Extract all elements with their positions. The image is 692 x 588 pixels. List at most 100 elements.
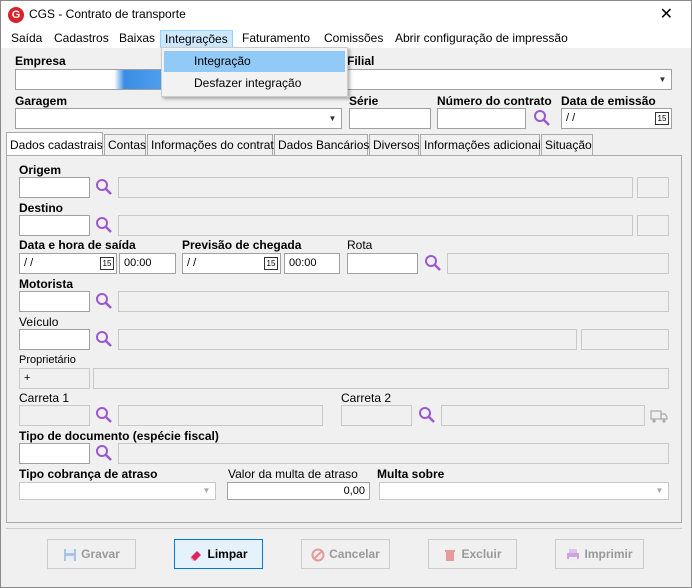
serie-input[interactable] (349, 108, 431, 129)
carreta1-description (118, 405, 323, 426)
tab-contas[interactable]: Contas (104, 134, 146, 155)
trash-icon (445, 549, 456, 561)
rota-code-input[interactable] (347, 253, 418, 274)
multa-sobre-select[interactable]: ▼ (379, 482, 669, 500)
app-logo-icon: G (8, 7, 24, 23)
calendar-icon[interactable]: 15 (264, 257, 278, 270)
serie-label: Série (349, 94, 379, 108)
hora-chegada-input[interactable]: 00:00 (284, 253, 340, 274)
veiculo-placa (581, 329, 669, 350)
menu-item-desfazer-integracao[interactable]: Desfazer integração (164, 73, 345, 94)
tab-dados-bancarios[interactable]: Dados Bancários (274, 134, 369, 155)
origem-description (118, 177, 633, 198)
data-emissao-input[interactable]: / / 15 (561, 108, 672, 129)
chevron-down-icon[interactable]: ▼ (325, 110, 340, 127)
destino-code-input[interactable] (19, 215, 90, 236)
filial-select[interactable]: ▼ (347, 69, 672, 90)
search-icon[interactable] (533, 109, 551, 127)
valor-multa-label: Valor da multa de atraso (228, 467, 358, 481)
data-saida-label: Data e hora de saída (19, 238, 136, 252)
proprietario-label: Proprietário (19, 354, 76, 366)
menu-item-integracao[interactable]: Integração (164, 51, 345, 72)
search-icon[interactable] (95, 216, 113, 234)
printer-icon (567, 548, 580, 561)
menu-faturamento[interactable]: Faturamento (238, 30, 314, 46)
tab-informacoes-contrato[interactable]: Informações do contrato (147, 134, 280, 155)
motorista-description (118, 291, 669, 312)
search-icon[interactable] (95, 330, 113, 348)
cancelar-button[interactable]: Cancelar (301, 539, 390, 569)
motorista-code-input[interactable] (19, 291, 90, 312)
tipo-cobranca-label: Tipo cobrança de atraso (19, 467, 158, 481)
veiculo-label: Veículo (19, 315, 59, 329)
search-icon[interactable] (95, 178, 113, 196)
previsao-chegada-input[interactable]: / / 15 (182, 253, 281, 274)
menu-saida[interactable]: Saída (7, 30, 46, 46)
veiculo-description (118, 329, 577, 350)
menu-bar: Saída Cadastros Baixas Integrações Fatur… (1, 28, 691, 48)
veiculo-code-input[interactable] (19, 329, 90, 350)
garagem-select[interactable]: ▼ (15, 108, 342, 129)
data-saida-input[interactable]: / / 15 (19, 253, 117, 274)
gravar-button[interactable]: Gravar (47, 539, 136, 569)
menu-cadastros[interactable]: Cadastros (50, 30, 113, 46)
main-window: G CGS - Contrato de transporte ✕ Saída C… (0, 0, 692, 588)
window-title: CGS - Contrato de transporte (29, 7, 186, 21)
truck-icon[interactable] (650, 408, 668, 424)
carreta2-label: Carreta 2 (341, 391, 392, 405)
limpar-button[interactable]: Limpar (174, 539, 263, 569)
numero-contrato-label: Número do contrato (437, 94, 552, 108)
imprimir-button[interactable]: Imprimir (555, 539, 644, 569)
menu-abrir-config-impressao[interactable]: Abrir configuração de impressão (391, 30, 572, 46)
tipo-documento-label: Tipo de documento (espécie fiscal) (19, 429, 219, 443)
menu-baixas[interactable]: Baixas (115, 30, 159, 46)
search-icon[interactable] (424, 254, 442, 272)
garagem-label: Garagem (15, 94, 68, 108)
calendar-icon[interactable]: 15 (655, 112, 669, 125)
search-icon[interactable] (95, 444, 113, 462)
search-icon[interactable] (95, 292, 113, 310)
chevron-down-icon[interactable]: ▼ (199, 484, 214, 498)
tab-situacao[interactable]: Situação (541, 134, 593, 155)
previsao-chegada-label: Previsão de chegada (182, 238, 302, 252)
tab-informacoes-adicionais[interactable]: Informações adicionais (420, 134, 547, 155)
empresa-label: Empresa (15, 54, 66, 68)
close-button[interactable]: ✕ (660, 4, 673, 24)
valor-multa-input[interactable]: 0,00 (227, 482, 370, 500)
integracoes-dropdown-menu: Integração Desfazer integração (161, 47, 348, 97)
filial-label: Filial (347, 54, 375, 68)
menu-integracoes[interactable]: Integrações (160, 30, 233, 48)
search-icon[interactable] (418, 406, 436, 424)
motorista-label: Motorista (19, 277, 73, 291)
carreta2-description (441, 405, 645, 426)
excluir-button[interactable]: Excluir (428, 539, 517, 569)
search-icon[interactable] (95, 406, 113, 424)
tab-diversos[interactable]: Diversos (369, 134, 420, 155)
cancel-icon (311, 548, 325, 562)
origem-uf (637, 177, 669, 198)
calendar-icon[interactable]: 15 (100, 257, 114, 270)
origem-code-input[interactable] (19, 177, 90, 198)
origem-label: Origem (19, 163, 62, 177)
tipo-documento-code-input[interactable] (19, 443, 90, 464)
tipo-cobranca-select[interactable]: ▼ (19, 482, 216, 500)
proprietario-description (93, 368, 669, 389)
title-bar: G CGS - Contrato de transporte ✕ (1, 1, 691, 28)
hora-saida-input[interactable]: 00:00 (119, 253, 176, 274)
data-emissao-label: Data de emissão (561, 94, 656, 108)
chevron-down-icon[interactable]: ▼ (652, 484, 667, 498)
tab-dados-cadastrais[interactable]: Dados cadastrais (6, 132, 103, 155)
numero-contrato-input[interactable] (437, 108, 526, 129)
carreta1-code (19, 405, 90, 426)
destino-description (118, 215, 633, 236)
chevron-down-icon[interactable]: ▼ (655, 71, 670, 88)
proprietario-code: + (19, 368, 90, 389)
destino-label: Destino (19, 201, 64, 215)
menu-comissoes[interactable]: Comissões (320, 30, 387, 46)
eraser-icon (190, 550, 202, 561)
carreta1-label: Carreta 1 (19, 391, 70, 405)
tipo-documento-description (118, 443, 669, 464)
save-icon (64, 548, 77, 561)
carreta2-code (341, 405, 412, 426)
rota-label: Rota (347, 238, 373, 252)
